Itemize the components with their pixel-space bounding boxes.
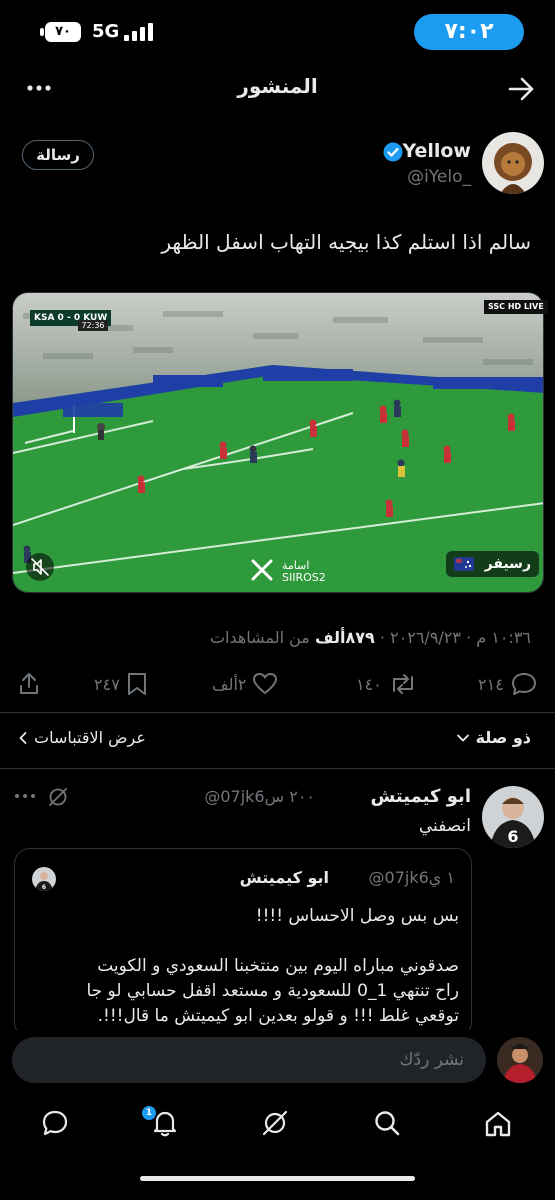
post-text: سالم اذا استلم كذا بيجيه التهاب اسفل الظ… [161, 230, 531, 254]
battery-tip [40, 28, 44, 36]
battery-indicator: ٧٠ [45, 22, 81, 42]
grok-nav-icon[interactable] [260, 1108, 290, 1138]
messages-icon[interactable] [40, 1108, 70, 1138]
video-source-label: رسيفر [484, 556, 531, 572]
signal-icon [124, 23, 156, 41]
post-video[interactable] [12, 292, 544, 593]
search-icon[interactable] [372, 1108, 402, 1138]
current-user-avatar[interactable] [497, 1037, 543, 1083]
reply-sort-label: ذو صلة [475, 728, 531, 747]
reply-author-handle[interactable]: @07jk6 [204, 787, 264, 806]
views-count: ٨٧٩ألف [314, 628, 375, 647]
reply-text: انصفني [418, 816, 471, 836]
heart-icon [252, 671, 278, 697]
chevron-left-icon [18, 731, 28, 745]
reply-sort-dropdown[interactable]: ذو صلة [456, 728, 531, 747]
repost-count: ١٤٠ [356, 674, 382, 694]
quoted-author-meta: @07jk6١ ي [369, 868, 455, 887]
home-indicator [140, 1176, 415, 1181]
quoted-author-avatar: 6 [32, 867, 56, 891]
page-title: المنشور [237, 74, 318, 98]
quoted-text-line: توقعي غلط !!! و قولو بعدين ابو كيميتش ما… [97, 1006, 459, 1026]
reply-author-meta: @07jk6٢٠٠ س [204, 787, 315, 806]
australia-flag-icon [453, 557, 474, 571]
post-meta: ١٠:٣٦ م · ٢٠٢٦/٩/٢٣ · ٨٧٩ألف من المشاهدا… [210, 628, 531, 647]
video-watermark: اسامة SIIROS2 [282, 560, 326, 584]
repost-icon [388, 671, 418, 697]
bookmark-icon [126, 671, 148, 697]
repost-button[interactable]: ١٤٠ [356, 670, 418, 698]
quoted-text-line: بس بس وصل الاحساس !!!! [255, 906, 459, 926]
reply-time: ٢٠٠ س [264, 787, 315, 806]
reply-author-avatar[interactable]: 6 [482, 786, 544, 848]
author-avatar[interactable] [482, 132, 544, 194]
like-count: ٢ألف [212, 674, 247, 694]
bookmark-button[interactable]: ٢٤٧ [94, 670, 148, 698]
svg-text:6: 6 [507, 827, 518, 846]
reply-author-name[interactable]: ابو كيميتش [370, 786, 471, 807]
quoted-text-line: راح تنتهي 1_0 للسعودية و مستعد اقفل حساب… [86, 981, 459, 1001]
network-type: 5G [92, 21, 120, 42]
mute-icon[interactable] [26, 553, 54, 581]
back-arrow-icon[interactable] [508, 76, 536, 102]
post-timestamp[interactable]: ١٠:٣٦ م · ٢٠٢٦/٩/٢٣ · [375, 628, 531, 647]
quoted-time: ١ ي [428, 868, 455, 887]
view-quotes-label: عرض الاقتباسات [34, 728, 146, 747]
author-name[interactable]: Yellow [402, 140, 471, 162]
author-handle[interactable]: @iYelo_ [407, 167, 471, 187]
quoted-author-name: ابو كيميتش [239, 868, 329, 887]
x-logo-icon [250, 558, 274, 582]
chevron-down-icon [456, 731, 470, 745]
bookmark-count: ٢٤٧ [94, 674, 120, 694]
svg-text:6: 6 [42, 884, 46, 891]
notifications-badge: 1 [142, 1106, 156, 1120]
grok-icon[interactable] [46, 785, 70, 809]
divider [0, 768, 555, 769]
watermark-handle: SIIROS2 [282, 571, 326, 584]
broadcaster-logo: SSC HD LIVE [484, 300, 548, 314]
reply-button[interactable]: ٢١٤ [478, 670, 538, 698]
view-quotes-link[interactable]: عرض الاقتباسات [18, 728, 146, 747]
message-button[interactable]: رسالة [22, 140, 94, 170]
share-button[interactable] [16, 670, 42, 698]
video-match-time: 72:36 [78, 320, 108, 331]
reply-input[interactable] [12, 1037, 486, 1083]
video-source-chip[interactable]: رسيفر [445, 551, 539, 577]
football-pitch-image [13, 293, 543, 592]
status-time: ٧:٠٢ [414, 14, 524, 50]
views-label: من المشاهدات [209, 628, 315, 647]
quoted-text-line: صدقوني مباراه اليوم بين منتخبنا السعودي … [97, 956, 459, 976]
like-button[interactable]: ٢ألف [212, 670, 278, 698]
reply-count: ٢١٤ [478, 674, 504, 694]
reply-more-icon[interactable] [14, 792, 36, 800]
home-icon[interactable] [482, 1108, 514, 1140]
verified-badge-icon [383, 142, 403, 162]
share-icon [16, 671, 42, 697]
quoted-author-handle: @07jk6 [368, 868, 429, 887]
reply-icon [510, 671, 538, 697]
divider [0, 712, 555, 713]
